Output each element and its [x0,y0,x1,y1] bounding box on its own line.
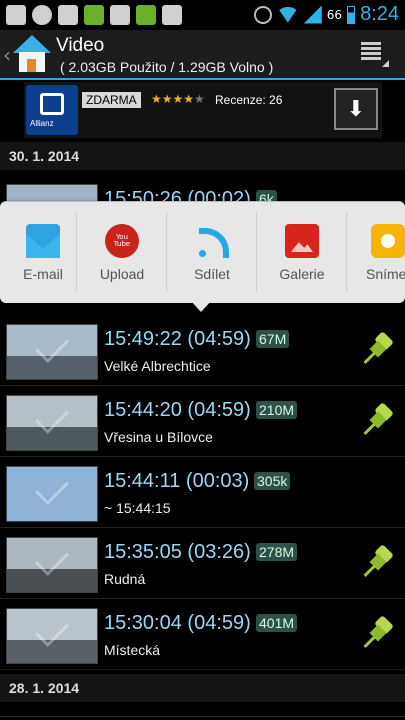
gmail-notification-icon [58,5,78,25]
video-thumbnail [6,608,98,664]
signal-icon [303,5,322,24]
share-gallery-button[interactable]: Galerie [259,212,345,294]
system-indicators: 66 8:24 [253,3,399,26]
video-row[interactable]: 15:49:22 (04:59) 67M Velké Albrechtice [0,316,405,386]
video-time: 15:35:05 (03:26) [104,541,251,563]
video-size-badge: 305k [254,472,291,490]
video-location: Rudná [104,571,146,587]
youtube-icon [105,224,139,258]
review-count: Recenze: 26 [215,93,283,107]
free-badge: ZDARMA [82,92,141,108]
alarm-icon [253,5,272,24]
page-title: Video [56,35,105,56]
menu-corner-indicator [382,60,389,67]
video-row[interactable]: 15:30:04 (04:59) 401M Místecká [0,600,405,670]
store-notification-icon [162,5,182,25]
camera-notification-icon [32,5,52,25]
status-bar: 66 8:24 [0,0,405,30]
video-row[interactable]: 15:44:11 (00:03) 305k ~ 15:44:15 [0,458,405,528]
video-location: Místecká [104,642,161,658]
notification-icons [6,5,182,25]
rating-stars: ★★★★★ [151,92,205,106]
back-chevron-icon[interactable]: ‹ [3,43,11,67]
overflow-menu-icon[interactable] [361,42,381,60]
download-notification-icon [136,5,156,25]
clock: 8:24 [360,3,399,25]
storage-usage: ( 2.03GB Použito / 1.29GB Volno ) [60,59,274,75]
share-popup: E-mail Upload Sdílet Galerie Snímek [0,201,405,303]
app-notification-icon [84,5,104,25]
share-label: Upload [99,266,145,282]
camera-icon [371,224,405,258]
pin-icon[interactable] [362,615,396,651]
video-thumbnail [6,324,98,380]
pin-icon[interactable] [362,402,396,438]
video-thumbnail [6,537,98,593]
video-time: 15:30:04 (04:59) [104,612,251,634]
video-location: Velké Albrechtice [104,358,211,374]
list-divider [0,716,405,717]
share-snapshot-button[interactable]: Snímek [349,212,405,294]
share-label: Sdílet [194,266,230,282]
share-email-button[interactable]: E-mail [0,212,86,294]
gallery-notification-icon [6,5,26,25]
action-bar: ‹ Video ( 2.03GB Použito / 1.29GB Volno … [0,30,405,80]
video-size-badge: 210M [256,401,298,419]
popup-separator [76,212,77,292]
video-location: Vřesina u Bílovce [104,429,213,445]
battery-icon [347,5,356,24]
battery-percent: 66 [326,7,343,22]
video-size-badge: 401M [256,614,298,632]
video-time: 15:44:20 (04:59) [104,399,251,421]
popup-separator [346,212,347,292]
video-row[interactable]: 15:35:05 (03:26) 278M Rudná [0,529,405,599]
video-size-badge: 278M [256,543,298,561]
video-row[interactable]: 15:44:20 (04:59) 210M Vřesina u Bílovce [0,387,405,457]
home-icon[interactable] [13,35,51,73]
share-upload-button[interactable]: Upload [79,212,165,294]
video-thumbnail [6,466,98,522]
allianz-app-logo: Allianz [26,85,78,135]
wifi-icon [276,6,299,23]
video-size-badge: 67M [256,330,290,348]
share-label: Galerie [279,266,325,282]
gallery-icon [285,224,319,258]
section-date-header: 28. 1. 2014 [0,674,405,702]
share-label: E-mail [23,266,63,282]
popup-separator [256,212,257,292]
ad-banner: Allianz ZDARMA ★★★★★ Recenze: 26 ⬇ [0,82,405,140]
mail-icon [26,224,60,258]
ad-content[interactable]: Allianz ZDARMA ★★★★★ Recenze: 26 ⬇ [24,82,382,138]
video-location: ~ 15:44:15 [104,500,171,516]
popup-pointer [190,300,212,312]
download-button[interactable]: ⬇ [334,88,378,130]
popup-separator [166,212,167,292]
rss-share-icon [195,224,229,258]
section-date-header: 30. 1. 2014 [0,142,405,170]
weather-notification-icon [110,5,130,25]
video-time: 15:49:22 (04:59) [104,328,251,350]
share-sdilet-button[interactable]: Sdílet [169,212,255,294]
share-label: Snímek [366,266,405,282]
video-time: 15:44:11 (00:03) [104,470,250,492]
video-thumbnail [6,395,98,451]
pin-icon[interactable] [362,331,396,367]
pin-icon[interactable] [362,544,396,580]
